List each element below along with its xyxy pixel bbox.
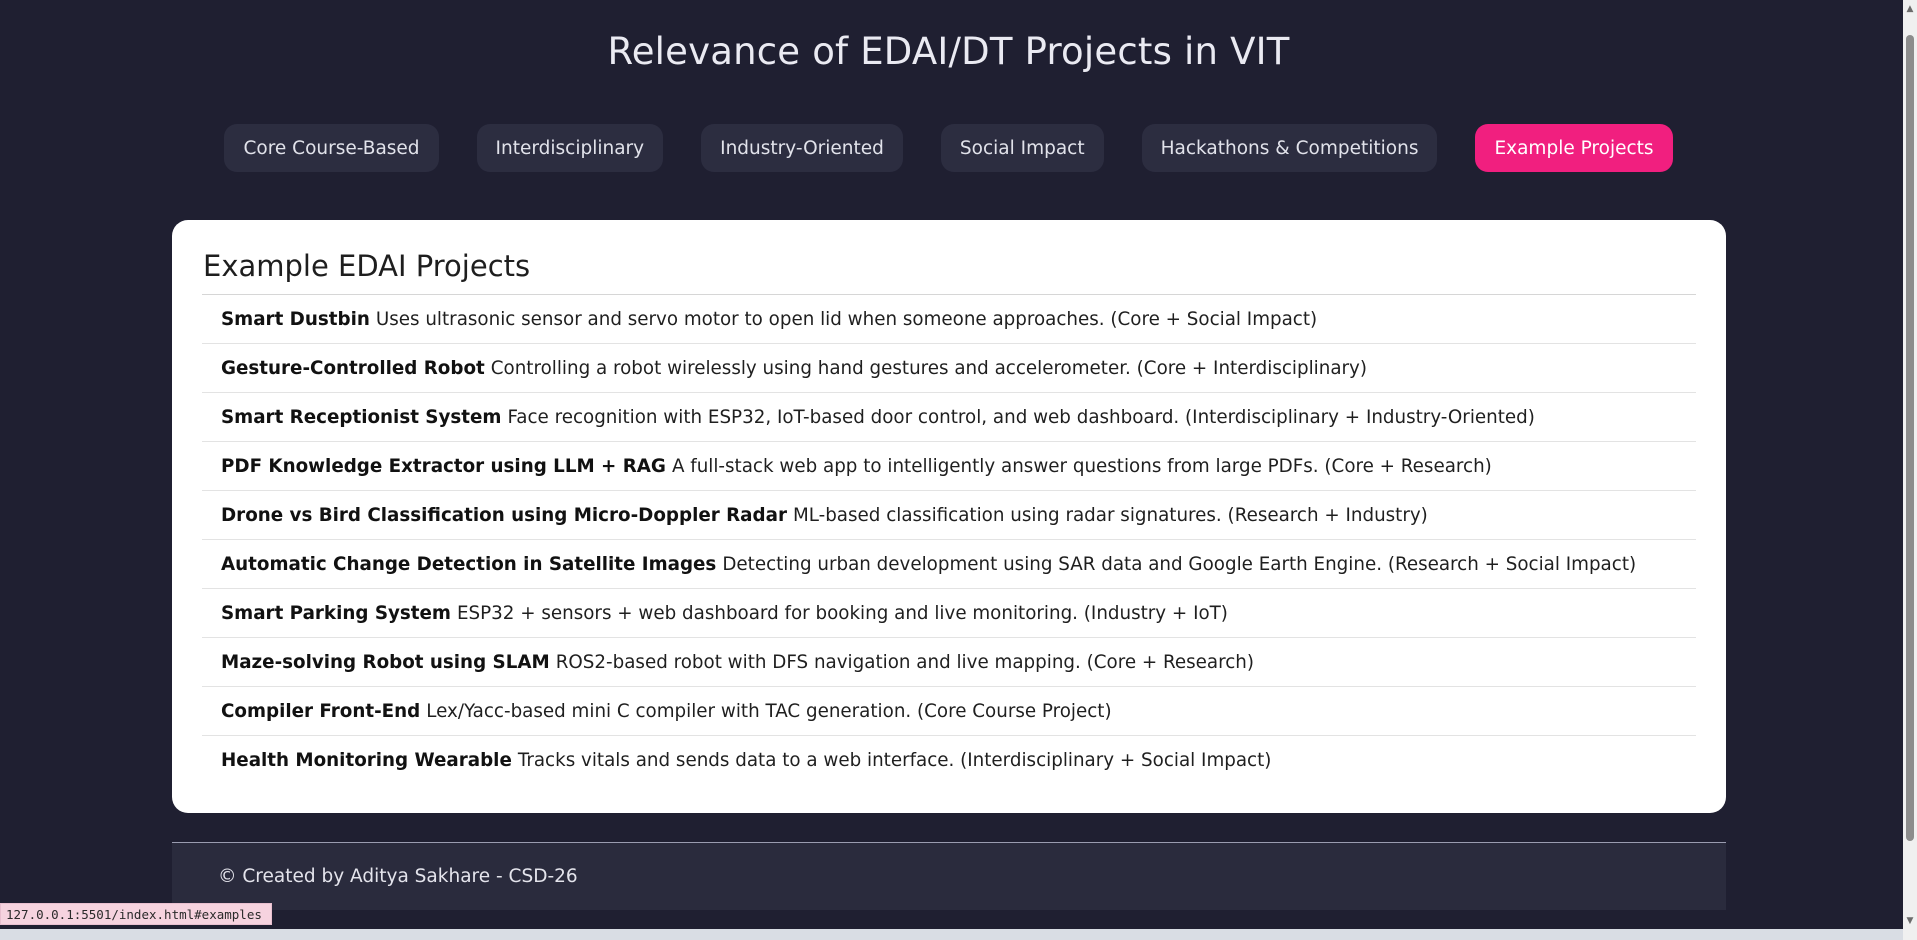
project-name: Health Monitoring Wearable	[221, 750, 512, 771]
project-description: Detecting urban development using SAR da…	[722, 553, 1637, 575]
project-description: ROS2-based robot with DFS navigation and…	[555, 651, 1254, 673]
project-description: Controlling a robot wirelessly using han…	[490, 357, 1367, 379]
project-name: Smart Parking System	[221, 602, 451, 624]
project-name: Gesture-Controlled Robot	[221, 357, 485, 379]
page: Relevance of EDAI/DT Projects in VIT Cor…	[0, 0, 1917, 940]
list-item: Smart Parking System ESP32 + sensors + w…	[202, 589, 1696, 638]
scroll-down-icon[interactable]: ▼	[1903, 912, 1917, 929]
scroll-up-icon[interactable]: ▲	[1903, 0, 1917, 17]
tab-industry-oriented[interactable]: Industry-Oriented	[701, 124, 903, 172]
project-name: Smart Receptionist System	[221, 406, 502, 428]
project-name: Maze-solving Robot using SLAM	[221, 651, 550, 673]
project-description: Uses ultrasonic sensor and servo motor t…	[375, 308, 1318, 330]
category-tabs: Core Course-Based Interdisciplinary Indu…	[0, 124, 1897, 172]
project-description: Face recognition with ESP32, IoT-based d…	[507, 406, 1535, 428]
project-name: Smart Dustbin	[221, 308, 370, 330]
project-description: A full-stack web app to intelligently an…	[671, 455, 1492, 477]
list-item: Gesture-Controlled Robot Controlling a r…	[202, 344, 1696, 393]
scroll-thumb[interactable]	[1906, 35, 1914, 841]
tab-interdisciplinary[interactable]: Interdisciplinary	[476, 124, 664, 172]
list-item: Smart Dustbin Uses ultrasonic sensor and…	[202, 295, 1696, 344]
list-item: Maze-solving Robot using SLAM ROS2-based…	[202, 638, 1696, 687]
status-bar-url: 127.0.0.1:5501/index.html#examples	[0, 903, 272, 925]
list-item: PDF Knowledge Extractor using LLM + RAG …	[202, 442, 1696, 491]
project-description: Lex/Yacc-based mini C compiler with TAC …	[426, 700, 1112, 722]
project-description: Tracks vitals and sends data to a web in…	[517, 750, 1272, 771]
page-title: Relevance of EDAI/DT Projects in VIT	[607, 30, 1290, 73]
tab-hackathons-competitions[interactable]: Hackathons & Competitions	[1141, 124, 1438, 172]
project-description: ESP32 + sensors + web dashboard for book…	[456, 602, 1228, 624]
example-projects-card: Example EDAI Projects Smart Dustbin Uses…	[172, 220, 1726, 813]
tab-social-impact[interactable]: Social Impact	[940, 124, 1104, 172]
project-name: PDF Knowledge Extractor using LLM + RAG	[221, 455, 666, 477]
tab-core-course-based[interactable]: Core Course-Based	[224, 124, 439, 172]
project-name: Compiler Front-End	[221, 700, 421, 722]
scrollbar[interactable]: ▲ ▼	[1903, 0, 1917, 940]
card-title: Example EDAI Projects	[203, 249, 531, 283]
project-name: Automatic Change Detection in Satellite …	[221, 553, 717, 575]
footer: © Created by Aditya Sakhare - CSD-26	[172, 842, 1726, 910]
list-item: Drone vs Bird Classification using Micro…	[202, 491, 1696, 540]
list-item: Health Monitoring Wearable Tracks vitals…	[202, 736, 1696, 785]
list-item: Automatic Change Detection in Satellite …	[202, 540, 1696, 589]
tab-example-projects[interactable]: Example Projects	[1475, 124, 1673, 172]
list-item: Compiler Front-End Lex/Yacc-based mini C…	[202, 687, 1696, 736]
project-description: ML-based classification using radar sign…	[792, 504, 1428, 526]
taskbar	[0, 929, 1903, 940]
project-list: Smart Dustbin Uses ultrasonic sensor and…	[202, 294, 1696, 785]
footer-credit: © Created by Aditya Sakhare - CSD-26	[218, 866, 578, 887]
project-name: Drone vs Bird Classification using Micro…	[221, 504, 787, 526]
list-item: Smart Receptionist System Face recogniti…	[202, 393, 1696, 442]
